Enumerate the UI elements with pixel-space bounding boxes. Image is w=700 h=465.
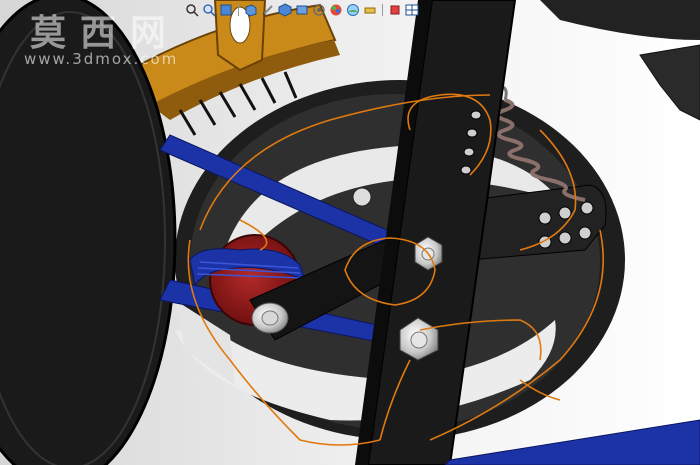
cad-window: 莫西网 www.3dmox.com — [0, 0, 700, 465]
edit-appearance-icon[interactable] — [329, 3, 343, 17]
toolbar-separator — [382, 4, 383, 16]
heads-up-view-toolbar — [185, 0, 419, 20]
zoom-area-icon[interactable] — [202, 3, 216, 17]
view-settings-icon[interactable] — [363, 3, 377, 17]
window-restore-icon[interactable] — [388, 3, 402, 17]
dynamic-annotation-icon[interactable] — [261, 3, 275, 17]
apply-scene-icon[interactable] — [346, 3, 360, 17]
section-view-icon[interactable] — [244, 3, 258, 17]
view-orientation-icon[interactable] — [278, 3, 292, 17]
display-style-icon[interactable] — [295, 3, 309, 17]
window-tile-icon[interactable] — [405, 3, 419, 17]
bolt-pulley — [251, 302, 289, 334]
disc-small-hole — [352, 187, 372, 207]
zoom-to-fit-icon[interactable] — [185, 3, 199, 17]
previous-view-icon[interactable] — [219, 3, 233, 17]
toolbar-separator — [238, 4, 239, 16]
3d-viewport[interactable] — [0, 0, 700, 465]
hide-show-items-icon[interactable] — [312, 3, 326, 17]
